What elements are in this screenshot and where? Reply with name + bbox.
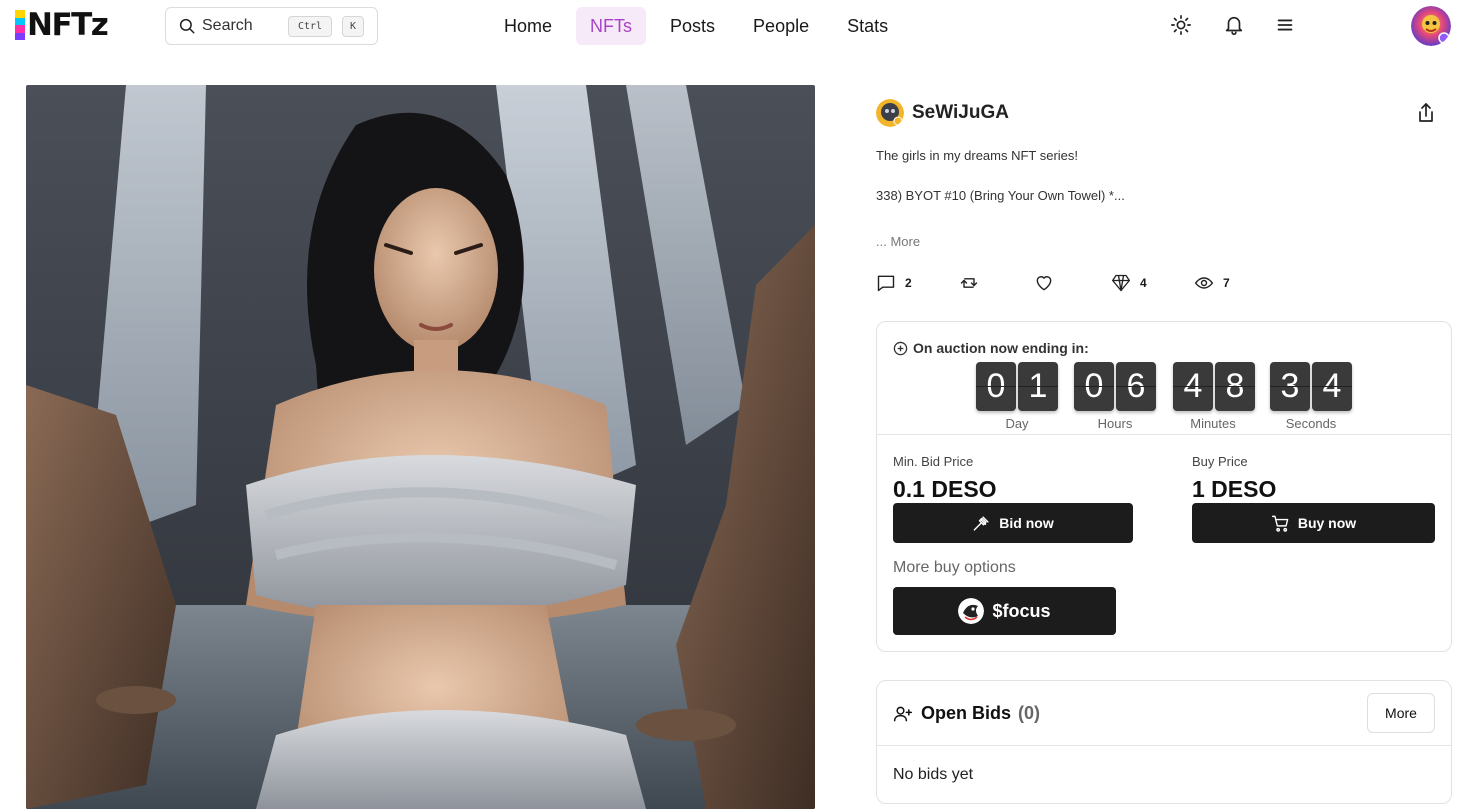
buy-now-button[interactable]: Buy now xyxy=(1192,503,1435,543)
user-avatar[interactable] xyxy=(1411,6,1451,46)
buy-price-label: Buy Price xyxy=(1192,454,1248,469)
gavel-icon xyxy=(973,515,989,531)
open-bids-count: (0) xyxy=(1018,703,1041,723)
countdown-day-digit: 0 xyxy=(976,362,1016,411)
plus-circle-icon xyxy=(893,341,908,355)
creator-avatar[interactable] xyxy=(876,99,904,127)
open-bids-card: Open Bids (0) More No bids yet xyxy=(876,680,1452,804)
menu-icon[interactable] xyxy=(1274,14,1296,36)
buy-price-value: 1 DESO xyxy=(1192,476,1277,502)
comment-icon xyxy=(877,275,895,292)
countdown-seconds-label: Seconds xyxy=(1285,416,1337,431)
search-box[interactable]: Search Ctrl K xyxy=(165,7,378,45)
comments-stat[interactable]: 2 xyxy=(876,273,912,293)
creator-profile[interactable]: SeWiJuGA xyxy=(876,99,1009,127)
cart-icon xyxy=(1271,515,1289,532)
countdown-seconds-digit: 4 xyxy=(1312,362,1352,411)
focus-logo-icon xyxy=(958,598,985,624)
views-count: 7 xyxy=(1223,276,1230,290)
open-bids-title: Open Bids xyxy=(921,703,1012,723)
focus-pay-button[interactable]: $focus xyxy=(893,587,1116,635)
show-more-link[interactable]: ... More xyxy=(876,234,920,249)
auction-heading: On auction now ending in: xyxy=(893,340,1089,356)
countdown-day-digit: 1 xyxy=(1018,362,1058,411)
card-divider xyxy=(877,745,1451,746)
comments-count: 2 xyxy=(905,276,912,290)
nft-artwork-image[interactable] xyxy=(26,85,815,809)
bid-now-label: Bid now xyxy=(999,515,1054,531)
diamonds-count: 4 xyxy=(1140,276,1147,290)
search-icon xyxy=(179,18,195,34)
diamond-stat[interactable]: 4 xyxy=(1111,273,1147,293)
main-nav: Home NFTs Posts People Stats xyxy=(490,7,912,45)
nav-nfts[interactable]: NFTs xyxy=(576,7,647,45)
countdown-hours-digit: 6 xyxy=(1116,362,1156,411)
eye-icon xyxy=(1194,277,1214,289)
shortcut-k-key: K xyxy=(342,16,364,37)
open-bids-heading: Open Bids (0) xyxy=(893,703,1040,724)
share-icon[interactable] xyxy=(1416,102,1436,124)
search-label: Search xyxy=(202,17,253,34)
add-user-icon xyxy=(893,706,913,721)
creator-name[interactable]: SeWiJuGA xyxy=(912,102,1009,124)
bell-icon[interactable] xyxy=(1223,14,1245,36)
top-navbar: NFTz Search Ctrl K Home NFTs Posts Peopl… xyxy=(0,0,1480,52)
logo-text: NFTz xyxy=(27,7,109,43)
nav-people[interactable]: People xyxy=(739,7,823,45)
post-description-line2: 338) BYOT #10 (Bring Your Own Towel) *..… xyxy=(876,188,1125,203)
repost-icon xyxy=(960,278,978,288)
shortcut-ctrl-key: Ctrl xyxy=(288,16,332,37)
nav-stats[interactable]: Stats xyxy=(833,7,902,45)
sun-icon[interactable] xyxy=(1170,14,1192,36)
no-bids-text: No bids yet xyxy=(893,766,974,783)
card-divider xyxy=(877,434,1451,435)
buy-now-label: Buy now xyxy=(1297,515,1357,531)
countdown-minutes-digit: 4 xyxy=(1173,362,1213,411)
like-stat[interactable] xyxy=(1034,273,1054,293)
auction-card: On auction now ending in: 0 1 0 6 4 8 3 … xyxy=(876,321,1452,652)
focus-button-label: $focus xyxy=(992,600,1051,621)
heart-icon xyxy=(1036,276,1052,291)
nftz-logo[interactable]: NFTz xyxy=(15,7,109,43)
bid-now-button[interactable]: Bid now xyxy=(893,503,1133,543)
countdown-seconds-digit: 3 xyxy=(1270,362,1310,411)
diamond-icon xyxy=(1112,274,1130,292)
views-stat: 7 xyxy=(1194,273,1230,293)
min-bid-value: 0.1 DESO xyxy=(893,476,997,502)
min-bid-label: Min. Bid Price xyxy=(893,454,974,469)
open-bids-more-button[interactable]: More xyxy=(1367,693,1435,733)
countdown-hours-digit: 0 xyxy=(1074,362,1114,411)
repost-stat[interactable] xyxy=(959,273,979,293)
logo-color-bars xyxy=(15,10,25,40)
post-description-line1: The girls in my dreams NFT series! xyxy=(876,148,1079,163)
more-buy-options-label: More buy options xyxy=(893,559,1016,576)
auction-title: On auction now ending in: xyxy=(913,340,1089,356)
nav-home[interactable]: Home xyxy=(490,7,566,45)
countdown-minutes-digit: 8 xyxy=(1215,362,1255,411)
nav-posts[interactable]: Posts xyxy=(656,7,729,45)
